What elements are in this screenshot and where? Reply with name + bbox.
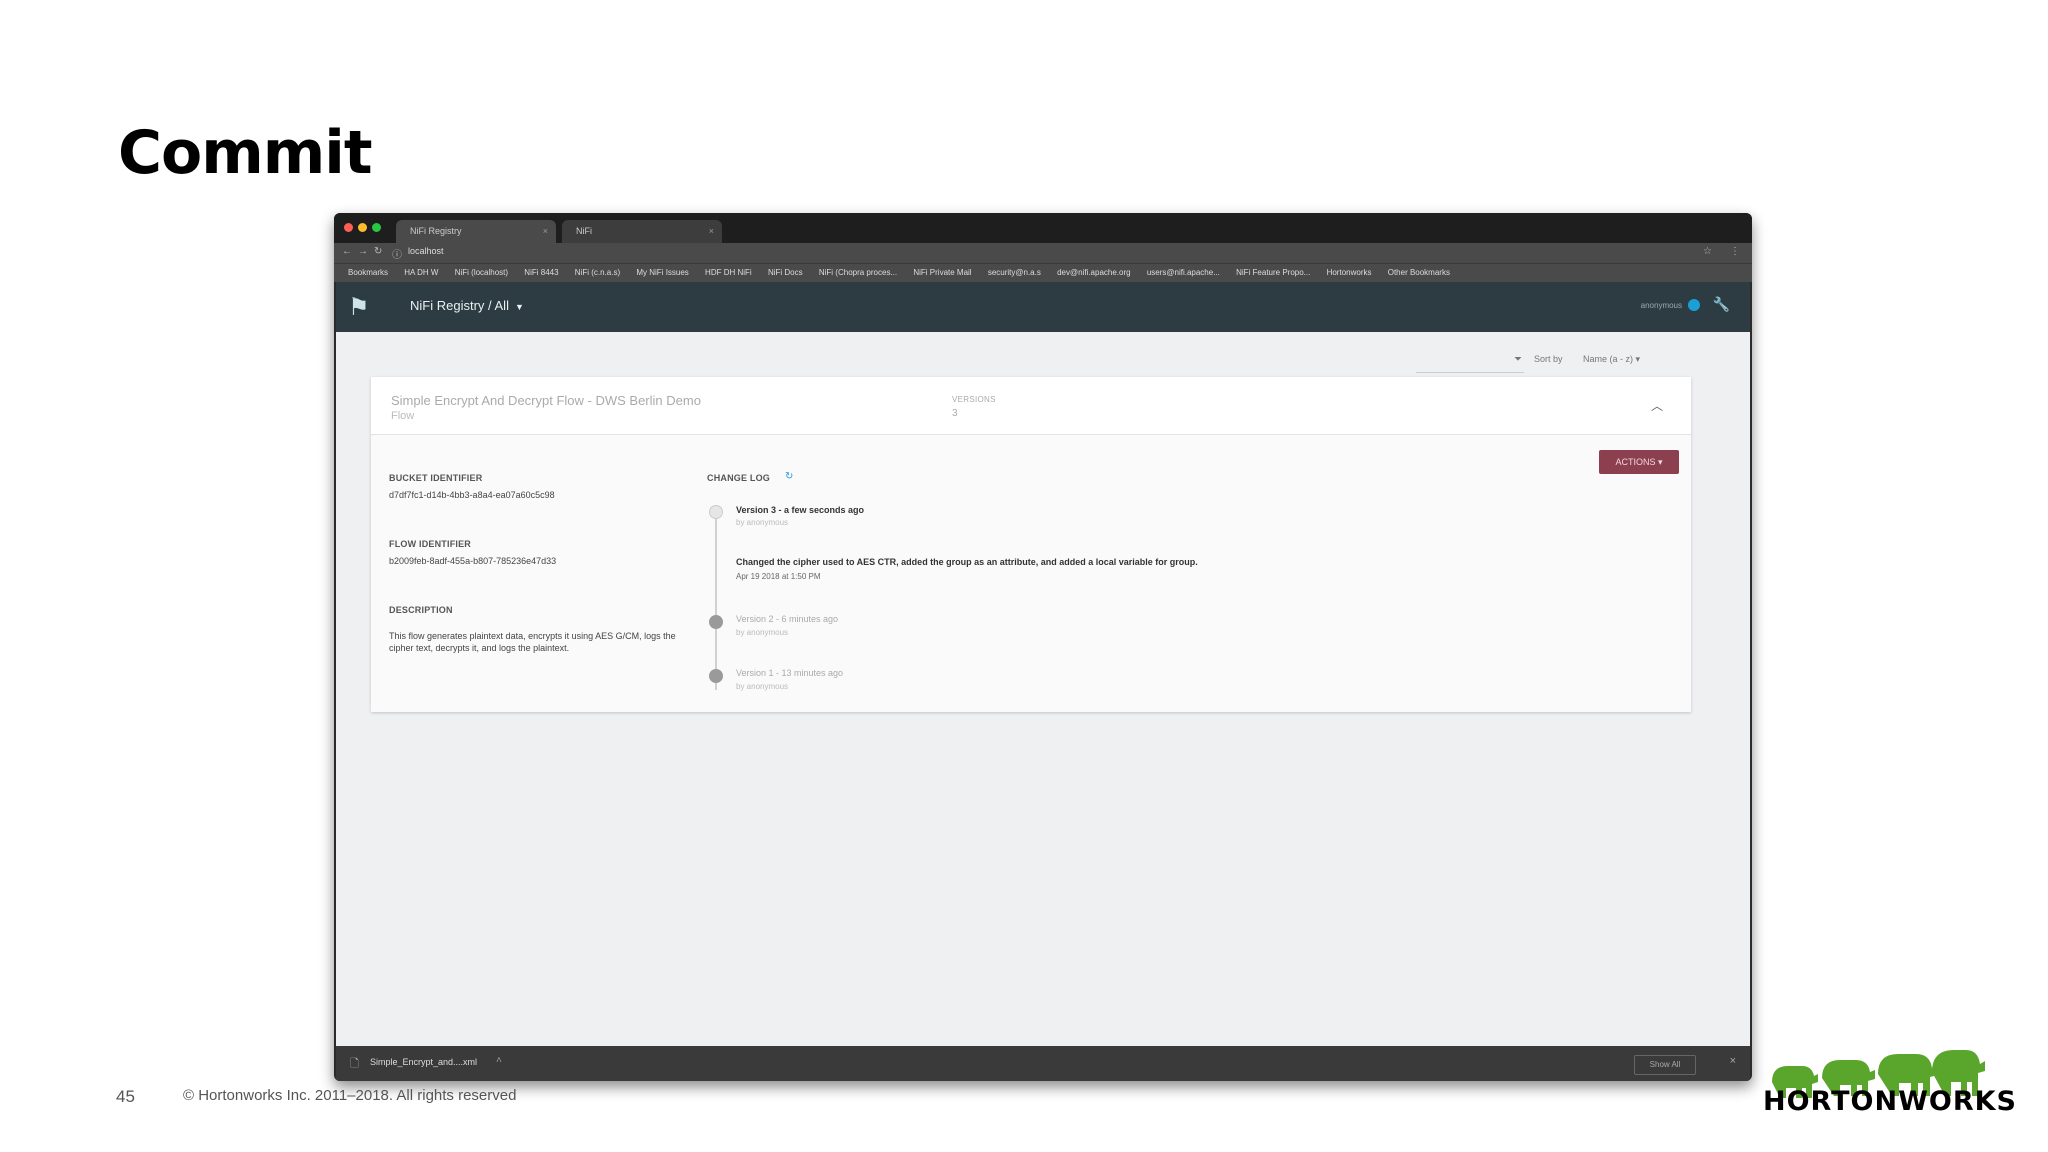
tab-close-icon[interactable]: ×: [543, 220, 548, 243]
bookmark-item[interactable]: NiFi (Chopra proces...: [819, 264, 897, 282]
versions-label: VERSIONS: [952, 395, 996, 404]
version-3-date: Apr 19 2018 at 1:50 PM: [736, 572, 821, 581]
change-log-label: CHANGE LOG: [707, 473, 771, 483]
minimize-window-dot[interactable]: [358, 223, 367, 232]
flow-identifier-value: b2009feb-8adf-455a-b807-785236e47d33: [389, 556, 557, 566]
version-1-title[interactable]: Version 1 - 13 minutes ago: [736, 668, 843, 678]
bookmark-item[interactable]: My NiFi Issues: [636, 264, 688, 282]
version-3-author: by anonymous: [736, 518, 789, 527]
bookmark-item[interactable]: dev@nifi.apache.org: [1057, 264, 1131, 282]
version-2-title[interactable]: Version 2 - 6 minutes ago: [736, 614, 838, 624]
bookmark-item[interactable]: NiFi Private Mail: [913, 264, 971, 282]
app-title: NiFi Registry / All: [410, 298, 509, 313]
bucket-identifier-label: BUCKET IDENTIFIER: [389, 473, 483, 483]
bookmark-item[interactable]: HA DH W: [404, 264, 438, 282]
back-icon[interactable]: ←: [342, 246, 352, 257]
bookmark-item[interactable]: NiFi (localhost): [455, 264, 508, 282]
filter-input[interactable]: [1416, 352, 1524, 373]
bucket-identifier-value: d7df7fc1-d14b-4bb3-a8a4-ea07a60c5c98: [389, 490, 555, 500]
chevron-up-icon[interactable]: ˄: [496, 1055, 502, 1066]
maximize-window-dot[interactable]: [372, 223, 381, 232]
sort-label: Sort by: [1534, 354, 1563, 364]
forward-icon[interactable]: →: [358, 246, 368, 257]
actions-button[interactable]: ACTIONS ▾: [1599, 450, 1679, 474]
close-icon[interactable]: ×: [1730, 1055, 1736, 1067]
file-icon: 🗋: [350, 1058, 359, 1070]
flow-type: Flow: [391, 410, 415, 422]
secure-icon: ⓘ: [392, 250, 402, 261]
filter-icon[interactable]: ⏷: [1514, 354, 1522, 365]
copyright-text: © Hortonworks Inc. 2011–2018. All rights…: [183, 1087, 517, 1104]
registry-bucket-selector[interactable]: NiFi Registry / All ▼: [410, 298, 524, 313]
version-3-comment: Changed the cipher used to AES CTR, adde…: [736, 557, 1198, 567]
address-bar: ← → ↻ ⓘ localhost ☆ ⋮: [334, 243, 1752, 263]
download-bar: 🗋 Simple_Encrypt_and....xml ˄ Show All ×: [336, 1046, 1750, 1081]
bookmark-item[interactable]: NiFi Docs: [768, 264, 803, 282]
actions-label: ACTIONS: [1615, 457, 1656, 467]
tab-bar: NiFi Registry × NiFi ×: [334, 213, 1752, 243]
description-label: DESCRIPTION: [389, 605, 453, 615]
tab-nifi-registry[interactable]: NiFi Registry ×: [396, 220, 556, 243]
bookmark-item[interactable]: Bookmarks: [348, 264, 388, 282]
tab-label: NiFi: [576, 226, 592, 236]
flow-card: Simple Encrypt And Decrypt Flow - DWS Be…: [371, 377, 1691, 712]
user-name: anonymous: [1640, 301, 1682, 310]
tab-nifi[interactable]: NiFi ×: [562, 220, 722, 243]
page-number: 45: [116, 1087, 135, 1106]
main-content: ⏷ Sort by Name (a - z) ▾ Simple Encrypt …: [336, 332, 1750, 1046]
bookmark-item[interactable]: Other Bookmarks: [1388, 264, 1450, 282]
refresh-icon[interactable]: ↻: [785, 471, 793, 482]
flow-card-header[interactable]: Simple Encrypt And Decrypt Flow - DWS Be…: [371, 377, 1691, 435]
version-1-marker[interactable]: [709, 669, 723, 683]
version-3-title[interactable]: Version 3 - a few seconds ago: [736, 505, 864, 515]
nifi-registry-logo-icon[interactable]: ⚑: [348, 294, 372, 322]
hortonworks-wordmark: HORTONWORKS: [1763, 1086, 2017, 1117]
version-1-author: by anonymous: [736, 682, 789, 691]
version-3-marker[interactable]: [709, 505, 723, 519]
bookmark-item[interactable]: security@n.a.s: [988, 264, 1041, 282]
user-icon[interactable]: [1688, 299, 1700, 311]
change-log-timeline: [715, 505, 717, 690]
app-header: ⚑ NiFi Registry / All ▼ anonymous 🔧: [336, 282, 1750, 332]
chevron-down-icon: ▼: [514, 302, 524, 312]
flow-identifier-label: FLOW IDENTIFIER: [389, 539, 471, 549]
download-file[interactable]: Simple_Encrypt_and....xml: [370, 1057, 477, 1067]
bookmark-item[interactable]: users@nifi.apache...: [1147, 264, 1220, 282]
bookmark-item[interactable]: NiFi (c.n.a.s): [575, 264, 620, 282]
browser-window: NiFi Registry × NiFi × ← → ↻ ⓘ localhost…: [334, 213, 1752, 1081]
tab-close-icon[interactable]: ×: [709, 220, 714, 243]
close-window-dot[interactable]: [344, 223, 353, 232]
bookmarks-bar: Bookmarks HA DH W NiFi (localhost) NiFi …: [334, 263, 1752, 282]
slide-title: Commit: [118, 118, 373, 188]
sort-value: Name (a - z): [1583, 354, 1634, 364]
sort-dropdown[interactable]: Name (a - z) ▾: [1583, 354, 1640, 365]
reload-icon[interactable]: ↻: [374, 246, 382, 257]
tab-label: NiFi Registry: [410, 226, 462, 236]
version-2-author: by anonymous: [736, 628, 789, 637]
versions-value: 3: [952, 408, 958, 419]
chevron-up-icon[interactable]: ︿: [1651, 397, 1663, 414]
show-all-button[interactable]: Show All: [1634, 1055, 1696, 1075]
bookmark-item[interactable]: Hortonworks: [1327, 264, 1372, 282]
bookmark-item[interactable]: NiFi 8443: [524, 264, 558, 282]
wrench-icon[interactable]: 🔧: [1713, 296, 1730, 313]
menu-icon[interactable]: ⋮: [1730, 246, 1740, 257]
flow-name: Simple Encrypt And Decrypt Flow - DWS Be…: [391, 393, 701, 408]
version-2-marker[interactable]: [709, 615, 723, 629]
bookmark-item[interactable]: HDF DH NiFi: [705, 264, 752, 282]
bookmark-star-icon[interactable]: ☆: [1703, 246, 1712, 257]
bookmark-item[interactable]: NiFi Feature Propo...: [1236, 264, 1310, 282]
description-text: This flow generates plaintext data, encr…: [389, 631, 676, 653]
url-field[interactable]: localhost: [408, 246, 444, 256]
